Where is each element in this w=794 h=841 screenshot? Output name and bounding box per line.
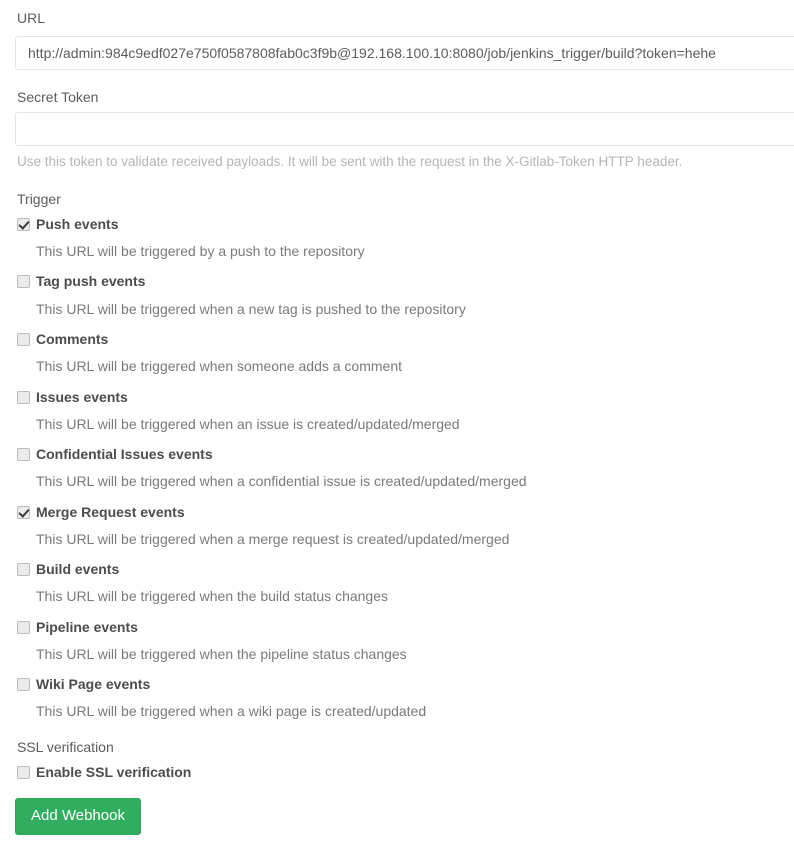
trigger-label-wiki-page-events: Wiki Page events: [36, 676, 151, 692]
url-field-group: URL: [0, 11, 45, 25]
trigger-desc-pipeline-events: This URL will be triggered when the pipe…: [36, 646, 407, 662]
trigger-checkbox-row-merge-request-events[interactable]: Merge Request events: [0, 505, 185, 519]
ssl-verification-checkbox-row[interactable]: Enable SSL verification: [0, 765, 191, 779]
checkbox-push-events-icon[interactable]: [17, 218, 30, 231]
checkbox-confidential-issues-events-icon[interactable]: [17, 448, 30, 461]
trigger-label-confidential-issues-events: Confidential Issues events: [36, 446, 213, 462]
trigger-checkbox-row-build-events[interactable]: Build events: [0, 562, 119, 576]
trigger-desc-build-events: This URL will be triggered when the buil…: [36, 588, 389, 604]
url-label: URL: [17, 10, 46, 26]
trigger-checkbox-row-confidential-issues-events[interactable]: Confidential Issues events: [0, 447, 213, 461]
trigger-desc-push-events: This URL will be triggered by a push to …: [36, 243, 365, 259]
trigger-desc-confidential-issues-events: This URL will be triggered when a confid…: [36, 473, 527, 489]
trigger-label-merge-request-events: Merge Request events: [36, 504, 185, 520]
trigger-desc-comments: This URL will be triggered when someone …: [36, 358, 402, 374]
trigger-checkbox-row-wiki-page-events[interactable]: Wiki Page events: [0, 677, 150, 691]
trigger-label-issues-events: Issues events: [36, 389, 128, 405]
trigger-checkbox-row-tag-push-events[interactable]: Tag push events: [0, 274, 145, 288]
ssl-section-heading: SSL verification: [17, 739, 114, 755]
checkbox-merge-request-events-icon[interactable]: [17, 506, 30, 519]
url-input[interactable]: [15, 36, 794, 70]
secret-token-input[interactable]: [15, 112, 794, 146]
trigger-checkbox-row-comments[interactable]: Comments: [0, 332, 108, 346]
trigger-section-heading: Trigger: [17, 191, 61, 207]
trigger-label-build-events: Build events: [36, 561, 120, 577]
trigger-desc-wiki-page-events: This URL will be triggered when a wiki p…: [36, 703, 427, 719]
checkbox-pipeline-events-icon[interactable]: [17, 621, 30, 634]
trigger-label-tag-push-events: Tag push events: [36, 273, 146, 289]
checkbox-comments-icon[interactable]: [17, 333, 30, 346]
secret-token-field-group: Secret Token: [0, 90, 98, 104]
trigger-label-pipeline-events: Pipeline events: [36, 619, 138, 635]
trigger-checkbox-row-issues-events[interactable]: Issues events: [0, 390, 128, 404]
checkbox-wiki-page-events-icon[interactable]: [17, 678, 30, 691]
trigger-label-comments: Comments: [36, 331, 109, 347]
secret-token-help-text: Use this token to validate received payl…: [17, 154, 683, 169]
secret-token-label: Secret Token: [17, 89, 99, 105]
ssl-verification-label: Enable SSL verification: [36, 764, 192, 780]
add-webhook-button[interactable]: Add Webhook: [15, 798, 141, 835]
trigger-checkbox-row-push-events[interactable]: Push events: [0, 217, 118, 231]
trigger-checkbox-row-pipeline-events[interactable]: Pipeline events: [0, 620, 138, 634]
checkbox-enable-ssl-verification-icon[interactable]: [17, 766, 30, 779]
trigger-desc-issues-events: This URL will be triggered when an issue…: [36, 416, 460, 432]
trigger-desc-merge-request-events: This URL will be triggered when a merge …: [36, 531, 510, 547]
checkbox-build-events-icon[interactable]: [17, 563, 30, 576]
trigger-label-push-events: Push events: [36, 216, 119, 232]
checkbox-tag-push-events-icon[interactable]: [17, 275, 30, 288]
checkbox-issues-events-icon[interactable]: [17, 391, 30, 404]
trigger-desc-tag-push-events: This URL will be triggered when a new ta…: [36, 301, 466, 317]
